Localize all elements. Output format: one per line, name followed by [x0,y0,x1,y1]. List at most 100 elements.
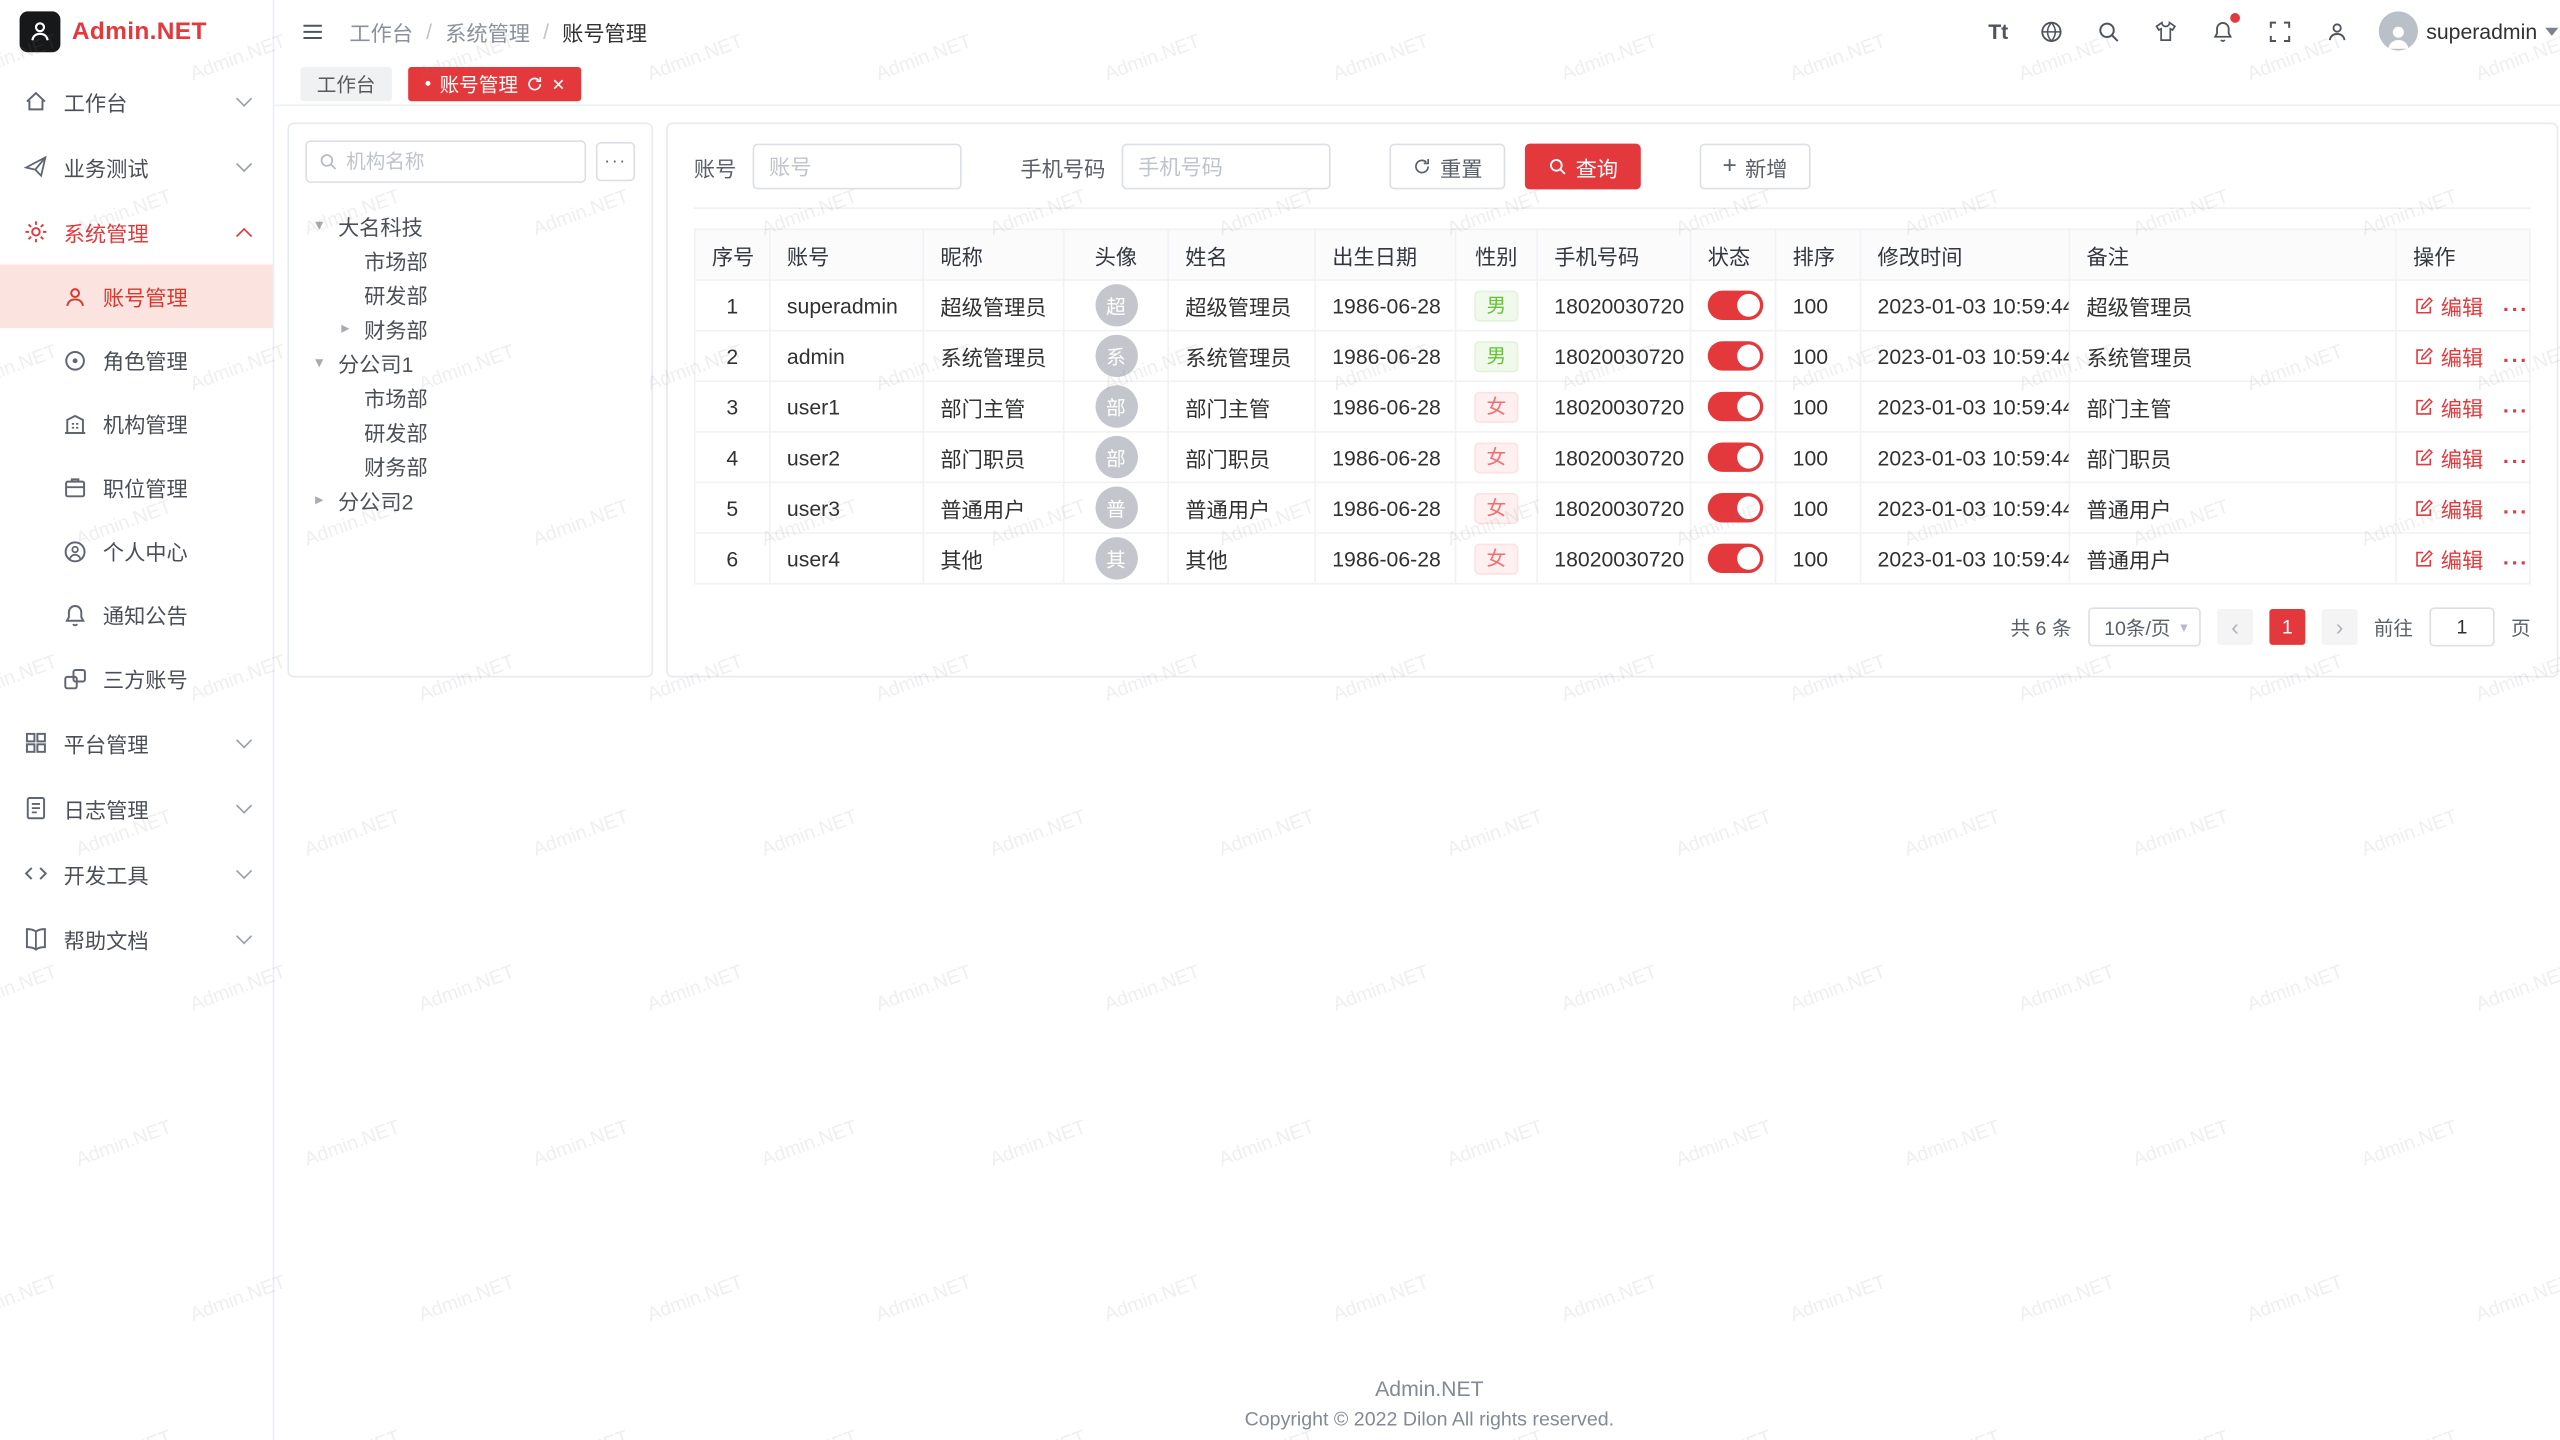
edit-button[interactable]: 编辑 [2413,290,2483,321]
user-menu[interactable]: superadmin [2379,11,2558,50]
tree-node[interactable]: ▾大名科技 [305,209,635,243]
tree-node[interactable]: ▸分公司2 [305,483,635,517]
theme-skin-icon[interactable] [2150,16,2179,45]
tree-node-label: 分公司2 [338,485,413,516]
breadcrumb-item[interactable]: 系统管理 [445,16,530,47]
edit-button[interactable]: 编辑 [2413,391,2483,422]
language-icon[interactable] [2036,16,2065,45]
sidebar-item-business-test[interactable]: 业务测试 [0,134,273,199]
edit-button[interactable]: 编辑 [2413,492,2483,523]
prev-page-button[interactable]: ‹ [2217,609,2253,645]
cell-modified: 2023-01-03 10:59:44 [1860,432,2069,483]
sidebar-item-personal-center[interactable]: 个人中心 [0,519,273,583]
caret-down-icon[interactable]: ▾ [315,217,338,235]
edit-button[interactable]: 编辑 [2413,442,2483,473]
sidebar-item-platform-management[interactable]: 平台管理 [0,710,273,775]
tabs-bar: 工作台 ● 账号管理 × [274,62,2560,106]
sidebar-item-workbench[interactable]: 工作台 [0,69,273,134]
cell-phone: 18020030720 [1537,482,1690,533]
cell-phone: 18020030720 [1537,432,1690,483]
status-toggle[interactable] [1708,392,1764,421]
edit-button[interactable]: 编辑 [2413,543,2483,574]
status-toggle[interactable] [1708,442,1764,471]
row-more-button[interactable]: ··· [2503,549,2529,573]
fullscreen-icon[interactable] [2265,16,2294,45]
account-input[interactable] [753,144,962,190]
status-toggle[interactable] [1708,544,1764,573]
tree-node[interactable]: ▸财务部 [305,312,635,346]
sidebar-item-system-management[interactable]: 系统管理 [0,199,273,264]
tree-node[interactable]: 研发部 [305,278,635,312]
tree-node[interactable]: 研发部 [305,415,635,449]
row-more-button[interactable]: ··· [2503,398,2529,422]
row-more-button[interactable]: ··· [2503,296,2529,320]
profile-settings-icon[interactable] [2322,16,2351,45]
tree-more-button[interactable]: ··· [596,142,635,181]
cell-name: 其他 [1168,533,1315,584]
sidebar-item-help-docs[interactable]: 帮助文档 [0,906,273,971]
hamburger-menu-icon[interactable] [297,16,326,45]
reset-button[interactable]: 重置 [1389,144,1505,190]
table-row: 4 user2 部门职员 部 部门职员 1986-06-28 女 1802003… [695,432,2530,483]
current-page[interactable]: 1 [2269,609,2305,645]
breadcrumb-item[interactable]: 工作台 [349,16,413,47]
phone-input[interactable] [1122,144,1331,190]
row-avatar: 部 [1095,385,1137,427]
username: superadmin [2426,19,2537,43]
tab-label: 账号管理 [440,69,518,97]
goto-page-input[interactable] [2429,607,2494,646]
row-more-button[interactable]: ··· [2503,448,2529,472]
search-icon[interactable] [2093,16,2122,45]
sidebar-item-third-party-account[interactable]: 三方账号 [0,647,273,711]
cell-gender: 女 [1456,432,1538,483]
sidebar-item-position-management[interactable]: 职位管理 [0,456,273,520]
edit-icon [2413,295,2434,316]
sidebar-item-label: 开发工具 [64,858,224,889]
cell-sort: 100 [1776,331,1861,382]
close-icon[interactable]: × [552,73,564,94]
cell-avatar: 超 [1064,280,1168,331]
caret-down-icon[interactable]: ▾ [315,354,338,372]
active-dot-icon: ● [425,78,432,89]
cell-name: 部门职员 [1168,432,1315,483]
tree-node[interactable]: 市场部 [305,380,635,414]
cell-gender: 女 [1456,381,1538,432]
status-toggle[interactable] [1708,493,1764,522]
notification-bell-icon[interactable] [2207,16,2236,45]
table-row: 3 user1 部门主管 部 部门主管 1986-06-28 女 1802003… [695,381,2530,432]
tree-node[interactable]: 市场部 [305,243,635,277]
caret-right-icon[interactable]: ▸ [315,491,338,509]
font-size-icon[interactable]: Tt [1988,19,2008,43]
sidebar-item-notice[interactable]: 通知公告 [0,583,273,647]
sidebar-item-role-management[interactable]: 角色管理 [0,328,273,392]
tree-node[interactable]: ▾分公司1 [305,346,635,380]
tab-workbench[interactable]: 工作台 [300,66,391,100]
sidebar-item-dev-tools[interactable]: 开发工具 [0,841,273,906]
edit-button[interactable]: 编辑 [2413,340,2483,371]
row-more-button[interactable]: ··· [2503,499,2529,523]
sidebar-item-org-management[interactable]: 机构管理 [0,392,273,456]
app-logo[interactable]: Admin.NET [0,0,273,62]
tab-account-management[interactable]: ● 账号管理 × [408,66,581,100]
refresh-icon[interactable] [526,74,544,92]
cell-actions: 编辑 ··· [2396,381,2530,432]
tree-node[interactable]: 财务部 [305,449,635,483]
footer-copyright: Copyright © 2022 Dilon All rights reserv… [274,1407,2560,1430]
sidebar-item-account-management[interactable]: 账号管理 [0,264,273,328]
sidebar-item-label: 系统管理 [64,216,224,247]
search-button[interactable]: 查询 [1525,144,1641,190]
caret-right-icon[interactable]: ▸ [341,320,364,338]
cell-actions: 编辑 ··· [2396,432,2530,483]
sidebar-item-label: 三方账号 [103,663,250,694]
add-button[interactable]: + 新增 [1700,144,1811,190]
phone-label: 手机号码 [1020,151,1105,182]
sidebar-item-log-management[interactable]: 日志管理 [0,776,273,841]
status-toggle[interactable] [1708,341,1764,370]
account-label: 账号 [694,151,736,182]
next-page-button[interactable]: › [2322,609,2358,645]
page-size-select[interactable]: 10条/页 ▾ [2088,607,2201,646]
breadcrumb: 工作台 / 系统管理 / 账号管理 [349,16,647,47]
org-search-input[interactable] [346,150,573,173]
row-more-button[interactable]: ··· [2503,347,2529,371]
status-toggle[interactable] [1708,291,1764,320]
